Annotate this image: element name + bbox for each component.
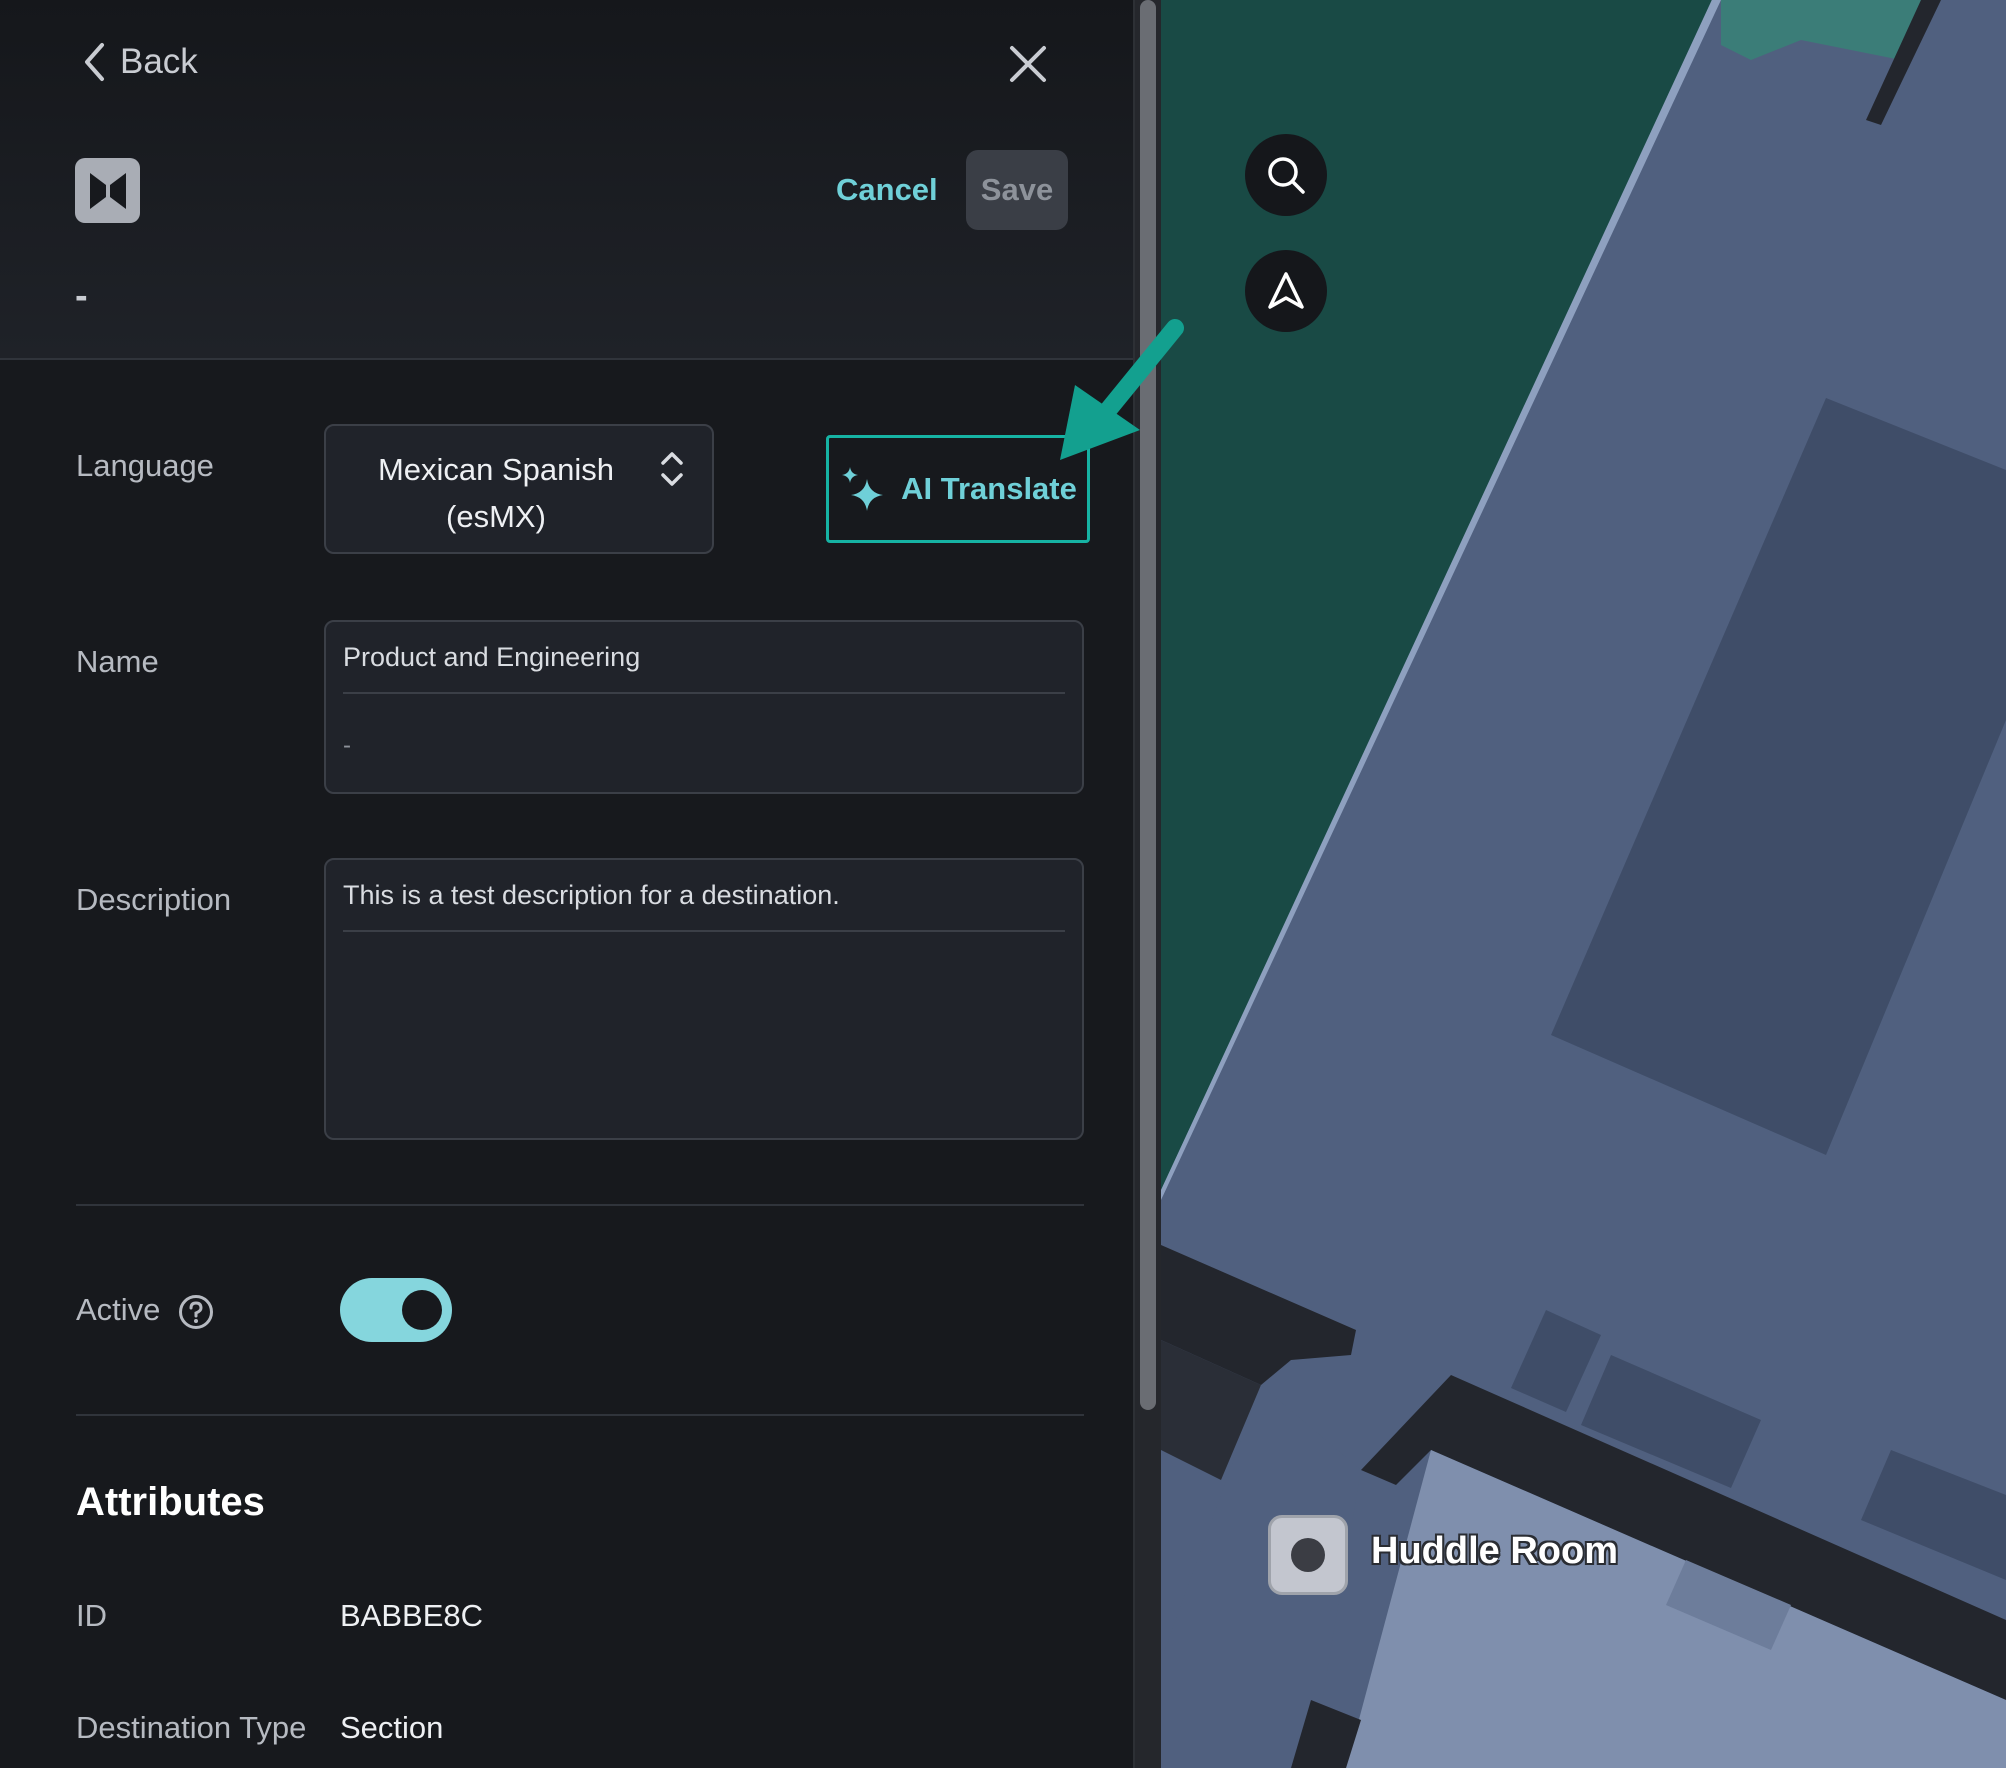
- section-divider: [76, 1414, 1084, 1416]
- sparkles-icon: [842, 467, 884, 511]
- chevron-up-down-icon: [661, 452, 683, 486]
- chevron-left-icon: [85, 43, 104, 81]
- app-logo: [75, 158, 140, 223]
- attribute-label: ID: [76, 1598, 107, 1633]
- save-button[interactable]: Save: [966, 150, 1068, 230]
- description-field[interactable]: This is a test description for a destina…: [324, 858, 1084, 1140]
- ai-translate-button[interactable]: AI Translate: [826, 435, 1090, 543]
- section-divider: [76, 1204, 1084, 1206]
- map-search-button[interactable]: [1245, 134, 1327, 216]
- logo-mark-icon: [89, 172, 126, 209]
- attribute-label: Destination Type: [76, 1710, 307, 1745]
- attribute-value: BABBE8C: [340, 1598, 484, 1633]
- panel-header: Back Cancel Save -: [0, 0, 1133, 360]
- active-toggle[interactable]: [340, 1278, 452, 1342]
- cancel-button[interactable]: Cancel: [820, 150, 954, 230]
- map-marker-label[interactable]: Huddle Room: [1371, 1530, 1618, 1573]
- attribute-value: Section: [340, 1710, 444, 1745]
- description-source-text: This is a test description for a destina…: [343, 880, 840, 910]
- toggle-knob: [402, 1290, 442, 1330]
- panel-subtitle: -: [75, 275, 88, 317]
- language-select[interactable]: Mexican Spanish (esMX): [324, 424, 714, 554]
- name-source-text: Product and Engineering: [343, 642, 641, 672]
- back-button[interactable]: Back: [82, 36, 198, 88]
- destination-panel: Back Cancel Save - Language Mexican Span…: [0, 0, 1133, 1768]
- language-value: Mexican Spanish (esMX): [377, 452, 615, 534]
- description-divider: [343, 930, 1065, 932]
- scrollbar-thumb[interactable]: [1140, 0, 1156, 1410]
- attributes-heading: Attributes: [76, 1480, 265, 1524]
- description-label: Description: [76, 882, 232, 917]
- search-icon: [1268, 157, 1305, 194]
- help-icon[interactable]: [178, 1294, 214, 1330]
- back-label: Back: [120, 42, 198, 81]
- marker-dot-icon: [1291, 1538, 1325, 1572]
- language-label: Language: [76, 448, 214, 483]
- ai-translate-label: AI Translate: [901, 471, 1077, 506]
- name-translation-input[interactable]: -: [343, 732, 351, 760]
- name-divider: [343, 692, 1065, 694]
- active-label: Active: [76, 1292, 161, 1327]
- name-label: Name: [76, 644, 159, 679]
- navigation-arrow-icon: [1268, 272, 1304, 309]
- map-view[interactable]: Huddle Room: [1161, 0, 2006, 1768]
- close-icon[interactable]: [1004, 40, 1052, 88]
- name-field[interactable]: Product and Engineering -: [324, 620, 1084, 794]
- map-marker[interactable]: [1268, 1515, 1348, 1595]
- map-navigate-button[interactable]: [1245, 250, 1327, 332]
